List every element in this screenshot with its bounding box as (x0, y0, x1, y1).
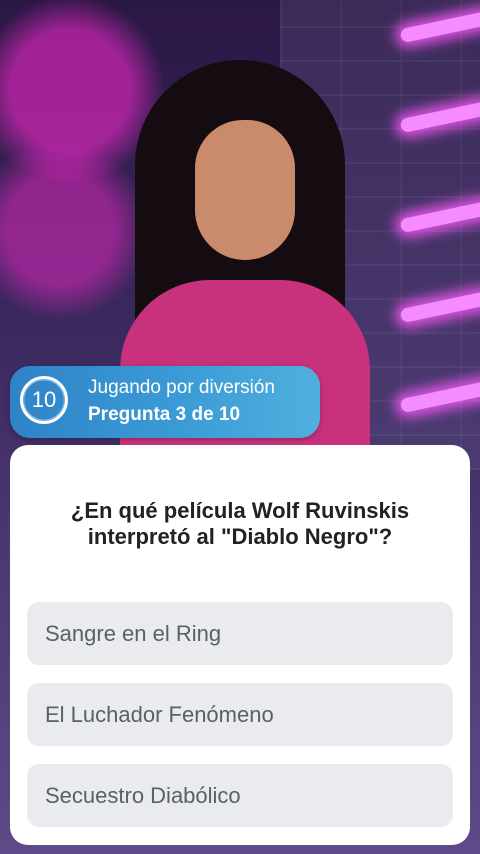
answer-option-2[interactable]: El Luchador Fenómeno (27, 683, 453, 746)
answer-option-label: El Luchador Fenómeno (45, 701, 274, 727)
question-progress-label: Pregunta 3 de 10 (88, 404, 241, 425)
answer-option-3[interactable]: Secuestro Diabólico (27, 764, 453, 827)
presenter-face (195, 120, 295, 260)
game-mode-label: Jugando por diversión (88, 377, 275, 398)
answer-option-label: Sangre en el Ring (45, 620, 222, 646)
countdown-timer: 10 (20, 376, 68, 424)
question-card: ¿En qué película Wolf Ruvinskis interpre… (10, 445, 470, 845)
question-text: ¿En qué película Wolf Ruvinskis interpre… (70, 498, 410, 549)
answer-option-1[interactable]: Sangre en el Ring (27, 602, 453, 665)
game-status-pill: 10 Jugando por diversión Pregunta 3 de 1… (10, 366, 320, 438)
answer-option-label: Secuestro Diabólico (45, 782, 241, 808)
